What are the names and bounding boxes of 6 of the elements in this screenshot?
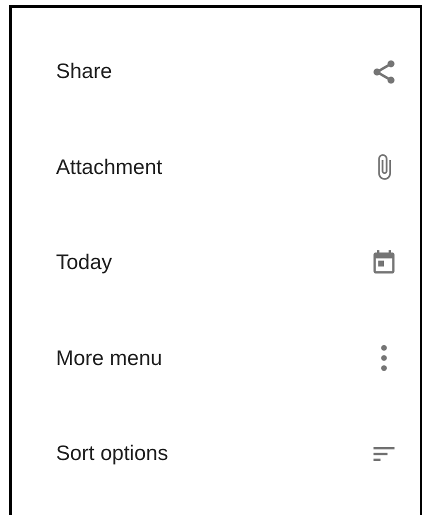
menu-item[interactable]: Attachment	[12, 120, 420, 215]
menu-item[interactable]: Today	[12, 215, 420, 310]
menu-item[interactable]: Sort options	[12, 406, 420, 502]
menu-item[interactable]: Share	[12, 24, 420, 120]
more-vertical-icon	[381, 345, 387, 372]
menu-item[interactable]: More menu	[12, 310, 420, 406]
